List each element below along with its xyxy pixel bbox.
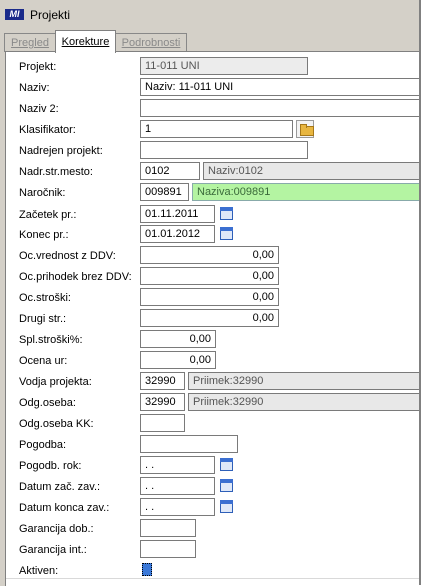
row-garancija-dob: Garancija dob.: bbox=[6, 519, 421, 540]
ocena-ur-label: Ocena ur: bbox=[19, 355, 68, 367]
spl-stroski-field[interactable]: 0,00 bbox=[140, 330, 216, 348]
row-vodja: Vodja projekta: 32990 Priimek:32990 bbox=[6, 372, 421, 393]
aktiven-label: Aktiven: bbox=[19, 565, 59, 577]
form-panel: Projekt: 11-011 UNI Naziv: Naziv: 11-011… bbox=[5, 51, 421, 586]
oc-vrednost-field[interactable]: 0,00 bbox=[140, 246, 279, 264]
konec-date-field[interactable]: 01.01.2012 bbox=[140, 225, 215, 243]
oc-prihodek-field[interactable]: 0,00 bbox=[140, 267, 279, 285]
folder-icon[interactable] bbox=[296, 120, 314, 138]
row-datum-zac: Datum zač. zav.: . . bbox=[6, 477, 421, 498]
calendar-icon[interactable] bbox=[218, 225, 236, 243]
nadr-str-mesto-name: Naziv:0102 bbox=[203, 162, 421, 180]
vodja-name: Priimek:32990 bbox=[188, 372, 421, 390]
row-konec: Konec pr.: 01.01.2012 bbox=[6, 225, 421, 246]
drugi-str-field[interactable]: 0,00 bbox=[140, 309, 279, 327]
tab-pregled[interactable]: Pregled bbox=[4, 33, 56, 52]
window-title: Projekti bbox=[30, 8, 71, 22]
odg-oseba-name: Priimek:32990 bbox=[188, 393, 421, 411]
row-nadr-str-mesto: Nadr.str.mesto: 0102 Naziv:0102 bbox=[6, 162, 421, 183]
row-oc-stroski: Oc.stroški: 0,00 bbox=[6, 288, 421, 309]
pogodb-rok-label: Pogodb. rok: bbox=[19, 460, 82, 472]
row-zacetek: Začetek pr.: 01.11.2011 bbox=[6, 205, 421, 226]
row-oc-vrednost: Oc.vrednost z DDV: 0,00 bbox=[6, 246, 421, 267]
naziv-label: Naziv: bbox=[19, 82, 50, 94]
odg-oseba-field[interactable]: 32990 bbox=[140, 393, 185, 411]
garancija-dob-field[interactable] bbox=[140, 519, 196, 537]
datum-zac-label: Datum zač. zav.: bbox=[19, 481, 101, 493]
oc-stroski-field[interactable]: 0,00 bbox=[140, 288, 279, 306]
pogodba-label: Pogodba: bbox=[19, 439, 67, 451]
row-nadrejen-projekt: Nadrejen projekt: bbox=[6, 141, 421, 162]
title-bar: MI Projekti bbox=[0, 0, 421, 30]
oc-stroski-label: Oc.stroški: bbox=[19, 292, 71, 304]
nadrejen-projekt-field[interactable] bbox=[140, 141, 308, 159]
odg-oseba-kk-label: Odg.oseba KK: bbox=[19, 418, 94, 430]
narocnik-label: Naročnik: bbox=[19, 187, 66, 199]
zacetek-date-field[interactable]: 01.11.2011 bbox=[140, 205, 215, 223]
oc-prihodek-label: Oc.prihodek brez DDV: bbox=[19, 271, 132, 283]
row-oc-prihodek: Oc.prihodek brez DDV: 0,00 bbox=[6, 267, 421, 288]
projekt-label: Projekt: bbox=[19, 61, 57, 73]
row-naziv2: Naziv 2: bbox=[6, 99, 421, 120]
drugi-str-label: Drugi str.: bbox=[19, 313, 67, 325]
odg-oseba-kk-field[interactable] bbox=[140, 414, 185, 432]
zacetek-label: Začetek pr.: bbox=[19, 209, 77, 221]
row-odg-oseba-kk: Odg.oseba KK: bbox=[6, 414, 421, 435]
tab-strip: Pregled Korekture Podrobnosti bbox=[0, 30, 421, 53]
garancija-dob-label: Garancija dob.: bbox=[19, 523, 94, 535]
naziv2-label: Naziv 2: bbox=[19, 103, 59, 115]
garancija-int-field[interactable] bbox=[140, 540, 196, 558]
spl-stroski-label: Spl.stroški%: bbox=[19, 334, 83, 346]
pogodb-rok-date-field[interactable]: . . bbox=[140, 456, 215, 474]
naziv-field[interactable]: Naziv: 11-011 UNI bbox=[140, 78, 421, 96]
nadr-str-mesto-label: Nadr.str.mesto: bbox=[19, 166, 93, 178]
garancija-int-label: Garancija int.: bbox=[19, 544, 87, 556]
datum-zac-date-field[interactable]: . . bbox=[140, 477, 215, 495]
app-logo: MI bbox=[5, 9, 24, 20]
narocnik-field[interactable]: 009891 bbox=[140, 183, 189, 201]
row-drugi-str: Drugi str.: 0,00 bbox=[6, 309, 421, 330]
calendar-icon[interactable] bbox=[218, 477, 236, 495]
calendar-icon[interactable] bbox=[218, 456, 236, 474]
row-datum-konca: Datum konca zav.: . . bbox=[6, 498, 421, 519]
row-odg-oseba: Odg.oseba: 32990 Priimek:32990 bbox=[6, 393, 421, 414]
konec-label: Konec pr.: bbox=[19, 229, 69, 241]
naziv2-field[interactable] bbox=[140, 99, 421, 117]
klasifikator-label: Klasifikator: bbox=[19, 124, 76, 136]
row-naziv: Naziv: Naziv: 11-011 UNI bbox=[6, 78, 421, 99]
klasifikator-field[interactable]: 1 bbox=[140, 120, 293, 138]
row-projekt: Projekt: 11-011 UNI bbox=[6, 57, 421, 78]
ocena-ur-field[interactable]: 0,00 bbox=[140, 351, 216, 369]
row-ocena-ur: Ocena ur: 0,00 bbox=[6, 351, 421, 372]
vodja-field[interactable]: 32990 bbox=[140, 372, 185, 390]
narocnik-name: Naziva:009891 bbox=[192, 183, 421, 201]
projekt-field[interactable]: 11-011 UNI bbox=[140, 57, 308, 75]
calendar-icon[interactable] bbox=[218, 205, 236, 223]
row-spl-stroski: Spl.stroški%: 0,00 bbox=[6, 330, 421, 351]
oc-vrednost-label: Oc.vrednost z DDV: bbox=[19, 250, 116, 262]
tab-podrobnosti[interactable]: Podrobnosti bbox=[115, 33, 187, 52]
datum-konca-date-field[interactable]: . . bbox=[140, 498, 215, 516]
row-klasifikator: Klasifikator: 1 bbox=[6, 120, 421, 141]
nadrejen-projekt-label: Nadrejen projekt: bbox=[19, 145, 103, 157]
divider bbox=[6, 578, 421, 579]
row-narocnik: Naročnik: 009891 Naziva:009891 bbox=[6, 183, 421, 204]
row-pogodba: Pogodba: bbox=[6, 435, 421, 456]
vodja-label: Vodja projekta: bbox=[19, 376, 92, 388]
tab-korekture[interactable]: Korekture bbox=[55, 30, 116, 53]
row-garancija-int: Garancija int.: bbox=[6, 540, 421, 561]
calendar-icon[interactable] bbox=[218, 498, 236, 516]
datum-konca-label: Datum konca zav.: bbox=[19, 502, 110, 514]
pogodba-field[interactable] bbox=[140, 435, 238, 453]
aktiven-checkbox[interactable] bbox=[142, 563, 152, 576]
nadr-str-mesto-field[interactable]: 0102 bbox=[140, 162, 200, 180]
row-pogodb-rok: Pogodb. rok: . . bbox=[6, 456, 421, 477]
odg-oseba-label: Odg.oseba: bbox=[19, 397, 76, 409]
